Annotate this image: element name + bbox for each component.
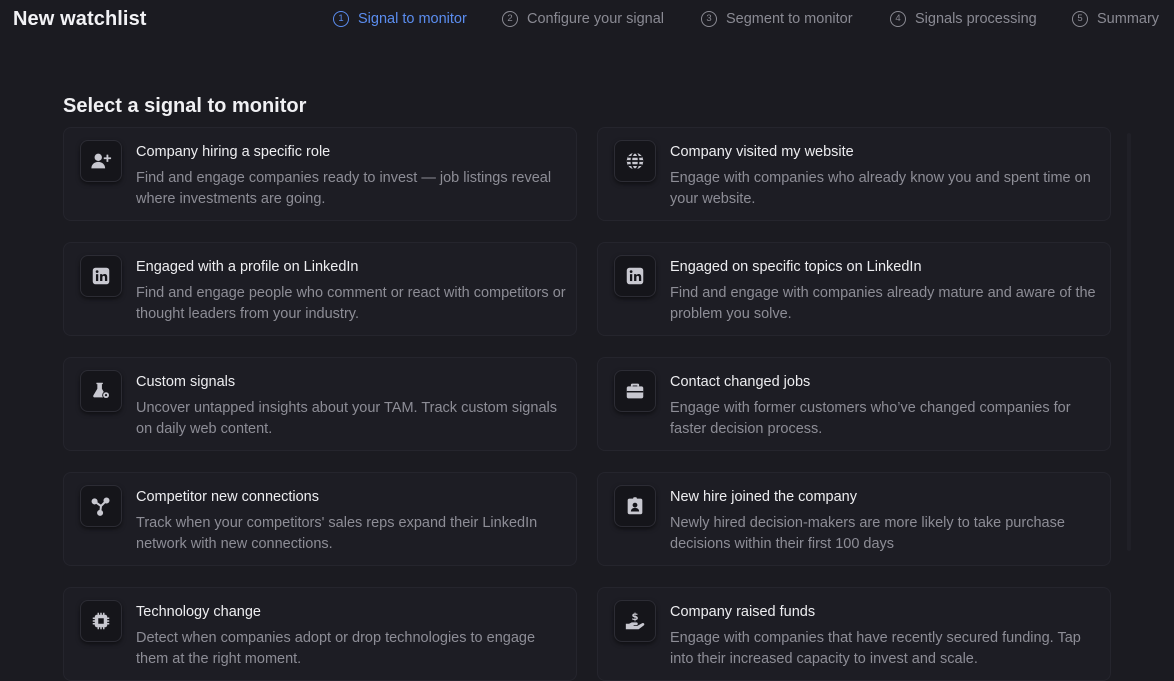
signal-card-website-visit[interactable]: Company visited my website Engage with c… <box>597 127 1111 221</box>
step-number-icon: 1 <box>333 11 349 27</box>
card-description: Detect when companies adopt or drop tech… <box>136 630 536 667</box>
scrollbar[interactable] <box>1127 133 1131 551</box>
network-icon <box>80 485 122 527</box>
signal-card-company-raised-funds[interactable]: $ Company raised funds Engage with compa… <box>597 587 1111 681</box>
step-label: Signals processing <box>915 11 1037 27</box>
card-description: Newly hired decision-makers are more lik… <box>670 515 1065 552</box>
card-description: Track when your competitors' sales reps … <box>136 515 538 552</box>
card-description: Find and engage with companies already m… <box>670 285 1096 322</box>
step-number-icon: 4 <box>890 11 906 27</box>
step-number-icon: 3 <box>701 11 717 27</box>
card-description: Find and engage companies ready to inves… <box>136 170 552 207</box>
step-signal-to-monitor[interactable]: 1 Signal to monitor <box>333 11 467 27</box>
globe-icon <box>614 140 656 182</box>
person-add-icon <box>80 140 122 182</box>
signal-card-technology-change[interactable]: Technology change Detect when companies … <box>63 587 577 681</box>
chip-icon <box>80 600 122 642</box>
card-description: Engage with companies who already know y… <box>670 170 1091 207</box>
card-description: Find and engage people who comment or re… <box>136 285 566 322</box>
card-title: Engaged with a profile on LinkedIn <box>136 259 359 275</box>
signal-card-linkedin-profile[interactable]: Engaged with a profile on LinkedIn Find … <box>63 242 577 336</box>
card-title: Technology change <box>136 604 261 620</box>
flask-gear-icon <box>80 370 122 412</box>
step-segment-to-monitor[interactable]: 3 Segment to monitor <box>701 11 853 27</box>
id-badge-icon <box>614 485 656 527</box>
step-number-icon: 5 <box>1072 11 1088 27</box>
step-label: Configure your signal <box>527 11 665 27</box>
card-title: Contact changed jobs <box>670 374 811 390</box>
card-title: Competitor new connections <box>136 489 319 505</box>
svg-text:$: $ <box>631 612 638 623</box>
step-number-icon: 2 <box>502 11 518 27</box>
card-description: Engage with companies that have recently… <box>670 630 1081 667</box>
linkedin-icon <box>80 255 122 297</box>
signal-card-competitor-connections[interactable]: Competitor new connections Track when yo… <box>63 472 577 566</box>
hand-dollar-icon: $ <box>614 600 656 642</box>
step-label: Segment to monitor <box>726 11 853 27</box>
signal-card-contact-changed-jobs[interactable]: Contact changed jobs Engage with former … <box>597 357 1111 451</box>
card-description: Uncover untapped insights about your TAM… <box>136 400 557 437</box>
signal-grid: Company hiring a specific role Find and … <box>63 127 1111 681</box>
card-title: Custom signals <box>136 374 236 390</box>
step-summary[interactable]: 5 Summary <box>1072 11 1159 27</box>
section-title: Select a signal to monitor <box>63 95 307 117</box>
card-title: Engaged on specific topics on LinkedIn <box>670 259 922 275</box>
card-title: New hire joined the company <box>670 489 857 505</box>
header: New watchlist 1 Signal to monitor 2 Conf… <box>0 0 1174 42</box>
step-label: Summary <box>1097 11 1160 27</box>
step-signals-processing[interactable]: 4 Signals processing <box>890 11 1037 27</box>
signal-card-company-hiring[interactable]: Company hiring a specific role Find and … <box>63 127 577 221</box>
signal-card-custom-signals[interactable]: Custom signals Uncover untapped insights… <box>63 357 577 451</box>
signal-card-new-hire[interactable]: New hire joined the company Newly hired … <box>597 472 1111 566</box>
signal-card-linkedin-topics[interactable]: Engaged on specific topics on LinkedIn F… <box>597 242 1111 336</box>
step-label: Signal to monitor <box>358 11 467 27</box>
card-description: Engage with former customers who’ve chan… <box>670 400 1071 437</box>
linkedin-icon <box>614 255 656 297</box>
stepper: 1 Signal to monitor 2 Configure your sig… <box>0 0 1174 42</box>
briefcase-icon <box>614 370 656 412</box>
step-configure-signal[interactable]: 2 Configure your signal <box>502 11 664 27</box>
card-title: Company hiring a specific role <box>136 144 331 160</box>
card-title: Company raised funds <box>670 604 816 620</box>
card-title: Company visited my website <box>670 144 854 160</box>
